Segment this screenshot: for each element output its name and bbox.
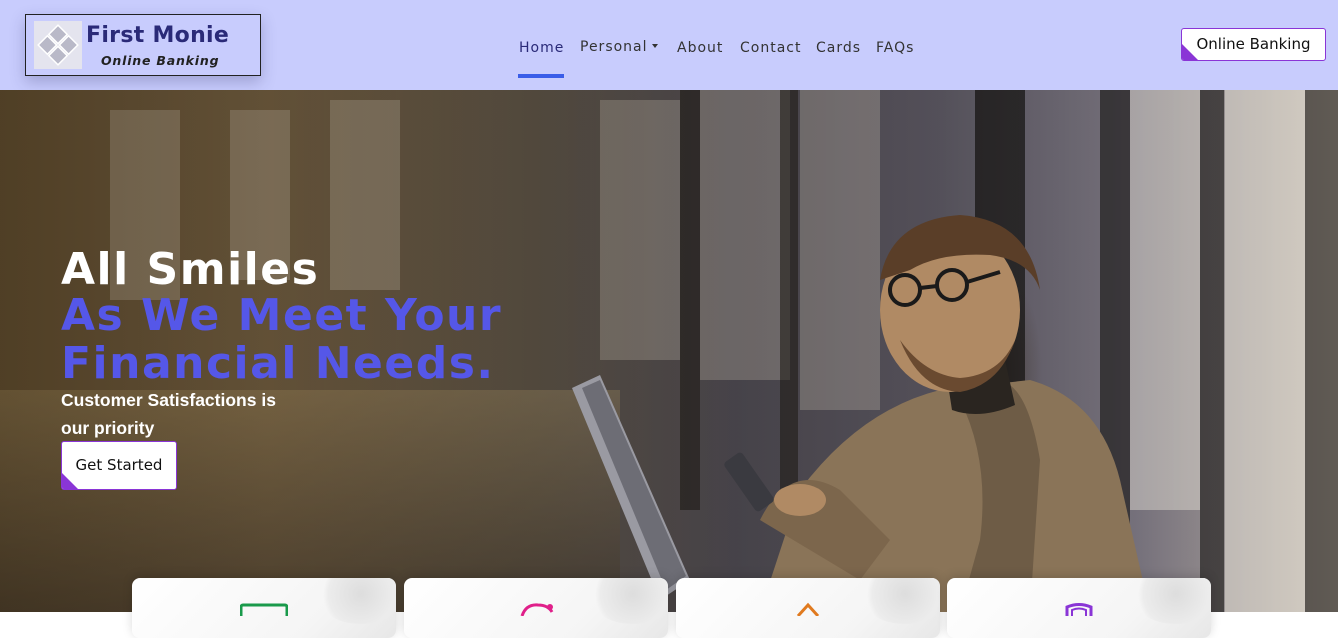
home-icon [796,602,820,616]
nav-personal[interactable]: Personal [580,39,658,55]
feature-card[interactable] [132,578,396,638]
feature-card[interactable] [947,578,1211,638]
hero-heading-line2: As We Meet Your [61,290,503,341]
nav-personal-label: Personal [580,39,648,55]
card-decoration [1131,578,1211,624]
card-decoration [588,578,668,624]
online-banking-button[interactable]: Online Banking [1181,28,1326,61]
corner-accent-icon [1182,44,1198,60]
nav-faqs[interactable]: FAQs [876,40,914,56]
card-decoration [316,578,396,624]
card-decoration [860,578,940,624]
get-started-label: Get Started [75,456,163,474]
hero-subtitle: Customer Satisfactions is our priority [61,390,276,438]
hero-heading-line1: All Smiles [61,244,320,295]
card-icon [240,603,288,616]
nav-contact[interactable]: Contact [740,40,801,56]
hero-section: All Smiles As We Meet Your Financial Nee… [0,90,1338,612]
online-banking-label: Online Banking [1196,35,1311,53]
corner-accent-icon [62,473,78,489]
nav-home[interactable]: Home [519,40,564,56]
nav-about[interactable]: About [677,40,723,56]
shield-icon [1065,603,1093,616]
nav-cards[interactable]: Cards [816,40,861,56]
brand-logo[interactable]: First Monie Online Banking [25,14,261,76]
get-started-button[interactable]: Get Started [61,441,177,490]
hero-person-with-laptop-image [572,215,1150,612]
top-navbar: First Monie Online Banking Home Personal… [0,0,1338,90]
brand-title: First Monie [86,23,230,48]
piggy-bank-icon [520,603,554,616]
feature-card[interactable] [676,578,940,638]
feature-card[interactable] [404,578,668,638]
active-nav-underline [518,74,564,78]
hero-heading-line3: Financial Needs. [61,338,495,389]
diamond-grid-logo-icon [34,21,82,69]
brand-subtitle: Online Banking [101,53,220,68]
caret-down-icon [651,44,658,48]
